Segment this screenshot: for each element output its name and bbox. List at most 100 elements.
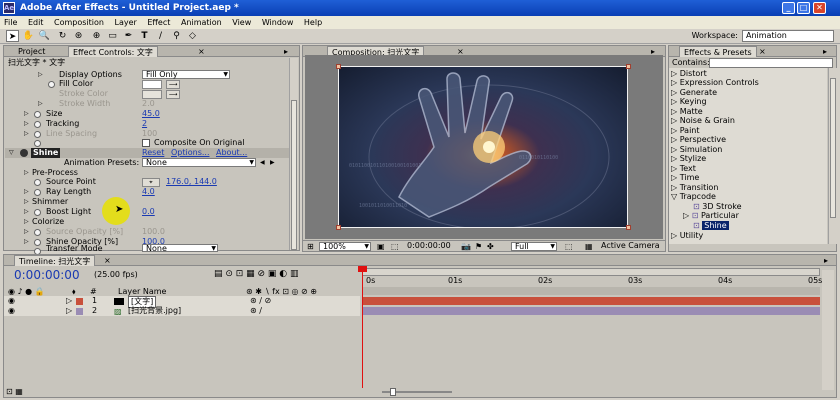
effect-category-expression-controls[interactable]: ▷ Expression Controls xyxy=(671,78,759,88)
menu-composition[interactable]: Composition xyxy=(54,18,104,27)
selection-tool-icon[interactable]: ➤ xyxy=(6,30,19,42)
timeline-zoom-slider[interactable] xyxy=(362,388,820,396)
timeline-switches-icons[interactable]: ▤ ⊙ ⊡ ▦ ⊘ ▣ ◐ ▥ xyxy=(214,269,299,279)
layer-row[interactable]: ◉ ▷ 1 [文字] ⊛ ∕ ⊘ xyxy=(4,296,364,308)
twirl-open-icon[interactable]: ▽ xyxy=(9,149,14,156)
snapshot-icon[interactable]: 📷 xyxy=(461,242,471,251)
ray-length-value[interactable]: 4.0 xyxy=(142,187,155,197)
twirl-icon[interactable]: ▷ xyxy=(66,296,72,306)
twirl-icon[interactable]: ▷ xyxy=(24,228,29,235)
text-tool-icon[interactable]: T xyxy=(138,30,151,42)
stopwatch-icon[interactable] xyxy=(34,229,41,236)
transparency-grid-icon[interactable]: ▦ xyxy=(585,242,593,251)
twirl-icon[interactable]: ▷ xyxy=(24,169,29,176)
shine-options-link[interactable]: Options... xyxy=(171,148,210,158)
eraser-tool-icon[interactable]: ◇ xyxy=(186,30,199,42)
maximize-button[interactable]: □ xyxy=(797,2,810,14)
rotate-tool-icon[interactable]: ↻ xyxy=(56,30,69,42)
stopwatch-icon[interactable] xyxy=(34,140,41,147)
clone-stamp-tool-icon[interactable]: ⚲ xyxy=(170,30,183,42)
layer-bar[interactable] xyxy=(362,307,820,315)
twirl-icon[interactable]: ▷ xyxy=(24,120,29,127)
effect-category-utility[interactable]: ▷ Utility xyxy=(671,231,703,241)
frame-handle[interactable] xyxy=(336,64,341,69)
composition-frame[interactable]: 010110010110100100101001 0110010110100 1… xyxy=(338,66,628,228)
transfer-mode-dropdown[interactable]: None xyxy=(142,244,218,253)
show-channel-icon[interactable]: ⚑ xyxy=(475,242,482,251)
source-point-value[interactable]: 176.0, 144.0 xyxy=(166,177,217,187)
zoom-select[interactable]: 100% xyxy=(319,242,371,251)
stroke-color-eyedropper-icon[interactable]: ⟶ xyxy=(166,90,180,99)
menu-view[interactable]: View xyxy=(232,18,251,27)
effect-controls-scrollbar[interactable] xyxy=(289,58,298,250)
twirl-icon[interactable]: ▷ xyxy=(24,208,29,215)
menu-effect[interactable]: Effect xyxy=(147,18,170,27)
title-safe-icon[interactable]: ⬚ xyxy=(391,242,399,251)
stopwatch-icon[interactable] xyxy=(34,179,41,186)
shine-about-link[interactable]: About... xyxy=(216,148,247,158)
twirl-icon[interactable]: ▷ xyxy=(24,110,29,117)
panel-menu-icon[interactable]: ▸ xyxy=(820,255,832,266)
frame-handle[interactable] xyxy=(626,64,631,69)
menu-layer[interactable]: Layer xyxy=(115,18,137,27)
toggle-panes-icons[interactable]: ⊡ ▦ xyxy=(6,387,23,397)
visibility-icon[interactable]: ◉ xyxy=(8,306,15,316)
safe-margins-icon[interactable]: ▣ xyxy=(377,242,385,251)
label-color-swatch[interactable] xyxy=(76,298,83,305)
workspace-select[interactable]: Animation xyxy=(742,30,834,42)
stopwatch-icon[interactable] xyxy=(34,189,41,196)
twirl-icon[interactable]: ▷ xyxy=(66,306,72,316)
layer-switches[interactable]: ⊛ ∕ ⊘ xyxy=(250,296,271,306)
twirl-icon[interactable]: ▷ xyxy=(24,130,29,137)
twirl-icon[interactable]: ▷ xyxy=(38,100,43,107)
panel-menu-icon[interactable]: ▸ xyxy=(280,46,292,57)
fill-color-eyedropper-icon[interactable]: ⟶ xyxy=(166,80,180,89)
stopwatch-icon[interactable] xyxy=(34,239,41,246)
menu-edit[interactable]: Edit xyxy=(28,18,44,27)
menu-file[interactable]: File xyxy=(4,18,17,27)
preset-next-icon[interactable]: ▶ xyxy=(270,159,275,166)
effect-category-perspective[interactable]: ▷ Perspective xyxy=(671,135,726,145)
scrollbar-thumb[interactable] xyxy=(830,78,836,218)
display-options-dropdown[interactable]: Fill Only xyxy=(142,70,230,79)
timeline-side-controls[interactable] xyxy=(822,270,834,390)
timeline-timecode[interactable]: 0:00:00:00 xyxy=(14,268,80,282)
shine-effect-name[interactable]: Shine xyxy=(31,148,61,158)
color-channel-icon[interactable]: ✤ xyxy=(487,242,494,251)
stroke-width-value[interactable]: 2.0 xyxy=(142,99,155,109)
preset-prev-icon[interactable]: ◀ xyxy=(260,159,265,166)
region-interest-icon[interactable]: ⬚ xyxy=(565,242,573,251)
effect-item-particular[interactable]: ▷ ⊡ Particular xyxy=(683,211,739,221)
twirl-icon[interactable]: ▷ xyxy=(24,218,29,225)
comp-timecode[interactable]: 0:00:00:00 xyxy=(407,241,451,251)
minimize-button[interactable]: _ xyxy=(782,2,795,14)
layer-row[interactable]: ◉ ▷ 2 ▨ [扫光背景.jpg] ⊛ ∕ xyxy=(4,306,364,316)
twirl-icon[interactable]: ▷ xyxy=(24,198,29,205)
stopwatch-icon[interactable] xyxy=(48,81,55,88)
brush-tool-icon[interactable]: ∕ xyxy=(154,30,167,42)
layer-bar[interactable] xyxy=(362,297,820,305)
tab-effects-presets[interactable]: Effects & Presets xyxy=(679,46,757,57)
label-color-swatch[interactable] xyxy=(76,308,83,315)
menu-help[interactable]: Help xyxy=(304,18,322,27)
panel-menu-icon[interactable]: ▸ xyxy=(819,46,831,57)
size-value[interactable]: 45.0 xyxy=(142,109,160,119)
shine-reset-link[interactable]: Reset xyxy=(142,148,164,158)
visibility-icon[interactable]: ◉ xyxy=(8,296,15,306)
source-opacity-value[interactable]: 100.0 xyxy=(142,227,165,237)
effect-item-shine[interactable]: ⊡ Shine xyxy=(693,221,729,231)
boost-light-value[interactable]: 0.0 xyxy=(142,207,155,217)
stopwatch-icon[interactable] xyxy=(34,209,41,216)
frame-handle[interactable] xyxy=(336,225,341,230)
close-tab-icon[interactable]: × xyxy=(755,46,770,57)
effect-category-trapcode[interactable]: ▽ Trapcode xyxy=(671,192,716,202)
grid-icon[interactable]: ⊞ xyxy=(307,242,314,251)
playhead-handle[interactable] xyxy=(358,266,367,272)
scrollbar-thumb[interactable] xyxy=(291,100,297,250)
close-tab-icon[interactable]: × xyxy=(194,46,209,57)
effects-list-scrollbar[interactable] xyxy=(828,68,837,244)
twirl-icon[interactable]: ▷ xyxy=(24,238,29,245)
zoom-tool-icon[interactable]: 🔍 xyxy=(38,30,51,42)
stroke-color-swatch[interactable] xyxy=(142,90,162,99)
animation-presets-dropdown[interactable]: None xyxy=(142,158,256,167)
